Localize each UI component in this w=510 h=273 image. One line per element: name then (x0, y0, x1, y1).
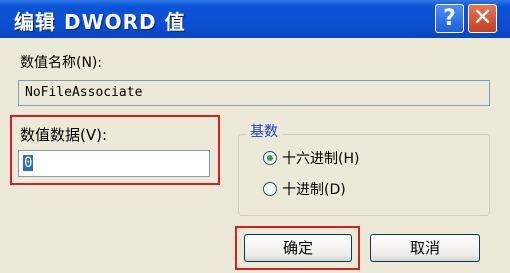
highlight-box-value-data (10, 115, 220, 185)
radio-decimal[interactable] (263, 182, 277, 196)
cancel-button[interactable]: 取消 (370, 234, 480, 262)
base-group-title: 基数 (246, 121, 282, 141)
window-title: 编辑 DWORD 值 (14, 10, 186, 34)
highlight-box-ok (235, 226, 360, 270)
radio-hexadecimal-label[interactable]: 十六进制(H) (282, 148, 359, 168)
title-bar: 编辑 DWORD 值 ? ✕ (0, 0, 510, 38)
help-icon: ? (443, 6, 456, 31)
radio-hexadecimal[interactable] (263, 151, 277, 165)
value-name-field: NoFileAssociate (18, 80, 490, 106)
help-button[interactable]: ? (435, 4, 464, 33)
close-button[interactable]: ✕ (468, 4, 497, 33)
value-name-label: 数值名称(N): (20, 55, 103, 71)
close-icon: ✕ (472, 3, 493, 31)
radio-decimal-label[interactable]: 十进制(D) (282, 179, 346, 199)
base-groupbox (238, 134, 490, 216)
